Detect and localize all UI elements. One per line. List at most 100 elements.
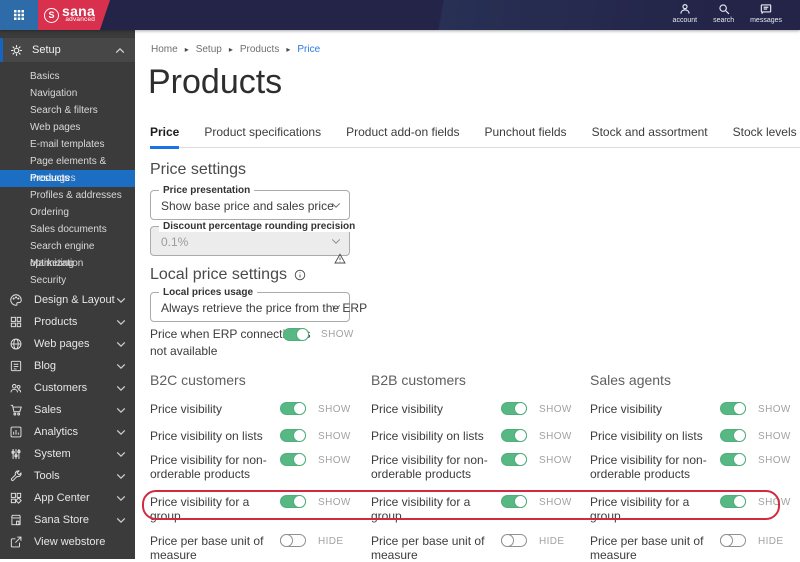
sidebar-item-search-filters[interactable]: Search & filters	[0, 102, 135, 119]
sidebar-item-email-templates[interactable]: E-mail templates	[0, 136, 135, 153]
warning-icon	[334, 253, 346, 264]
search-button[interactable]: search	[713, 2, 734, 24]
price-per-base-unit-toggle[interactable]	[720, 534, 746, 547]
sidebar-item-security[interactable]: Security	[0, 272, 135, 289]
sidebar-item-label: Tools	[34, 470, 60, 482]
sidebar-item-tools[interactable]: Tools	[0, 465, 135, 487]
sidebar-item-profiles-addresses[interactable]: Profiles & addresses	[0, 187, 135, 204]
setting-row: Price visibility on lists SHOW	[590, 429, 795, 443]
sidebar-item-web-pages[interactable]: Web pages	[0, 119, 135, 136]
sidebar-item-web-pages-main[interactable]: Web pages	[0, 333, 135, 355]
chevron-down-icon	[116, 451, 126, 458]
sidebar-item-sales[interactable]: Sales	[0, 399, 135, 421]
tab-product-specifications[interactable]: Product specifications	[204, 126, 321, 147]
column-b2b-customers: B2B customers Price visibility SHOW Pric…	[371, 372, 590, 562]
sana-logo[interactable]: S sana advanced	[38, 0, 110, 30]
price-visibility-group-toggle[interactable]	[280, 495, 306, 508]
price-visibility-lists-toggle[interactable]	[280, 429, 306, 442]
tab-price[interactable]: Price	[150, 126, 180, 149]
setting-label: Price visibility for non-orderable produ…	[371, 453, 488, 481]
sidebar-item-sales-documents[interactable]: Sales documents	[0, 221, 135, 238]
tab-stock-levels[interactable]: Stock levels	[733, 126, 797, 147]
setting-label: Price visibility	[371, 402, 444, 416]
sidebar-item-marketing[interactable]: Marketing	[0, 255, 135, 272]
price-visibility-nonorderable-toggle[interactable]	[720, 453, 746, 466]
breadcrumb-home[interactable]: Home	[151, 44, 178, 55]
chevron-down-icon	[116, 319, 126, 326]
price-visibility-lists-toggle[interactable]	[720, 429, 746, 442]
breadcrumb-setup[interactable]: Setup	[196, 44, 222, 55]
local-prices-usage-select[interactable]: Local prices usage Always retrieve the p…	[150, 287, 367, 322]
main-content: Home ▸ Setup ▸ Products ▸ Price Products…	[135, 30, 800, 562]
sidebar-item-label: App Center	[34, 492, 90, 504]
account-icon	[678, 2, 692, 16]
price-visibility-group-toggle[interactable]	[720, 495, 746, 508]
price-visibility-group-toggle[interactable]	[501, 495, 527, 508]
setting-row-highlighted: Price visibility for a group SHOW	[150, 495, 371, 523]
sidebar-item-customers[interactable]: Customers	[0, 377, 135, 399]
price-visibility-nonorderable-toggle[interactable]	[280, 453, 306, 466]
setting-row: Price visibility on lists SHOW	[371, 429, 590, 443]
store-icon	[9, 513, 24, 527]
sidebar-item-page-elements[interactable]: Page elements & messages	[0, 153, 135, 184]
sidebar-item-view-webstore[interactable]: View webstore	[0, 531, 135, 553]
tab-punchout-fields[interactable]: Punchout fields	[485, 126, 567, 147]
toggle-knob	[733, 453, 746, 466]
price-per-base-unit-toggle[interactable]	[501, 534, 527, 547]
sidebar-item-design-layout[interactable]: Design & Layout	[0, 289, 135, 311]
toggle-state: SHOW	[318, 404, 351, 415]
toggle-state: HIDE	[318, 536, 344, 547]
breadcrumb-products[interactable]: Products	[240, 44, 279, 55]
messages-button[interactable]: messages	[750, 2, 782, 24]
setting-label: Price per base unit of measure	[371, 534, 485, 562]
erp-fallback-toggle[interactable]	[283, 328, 309, 341]
sidebar-item-label: Setup	[32, 44, 61, 56]
sidebar-item-analytics[interactable]: Analytics	[0, 421, 135, 443]
analytics-icon	[9, 425, 24, 439]
sidebar-item-label: Sales	[34, 404, 62, 416]
price-presentation-label: Price presentation	[159, 185, 255, 196]
price-presentation-select[interactable]: Price presentation Show base price and s…	[150, 185, 350, 220]
sidebar-item-products-selected[interactable]: Products	[0, 170, 135, 187]
chevron-down-icon	[116, 385, 126, 392]
sidebar-item-setup[interactable]: Setup	[0, 38, 135, 62]
price-visibility-toggle[interactable]	[720, 402, 746, 415]
sidebar-item-navigation[interactable]: Navigation	[0, 85, 135, 102]
tab-product-addon-fields[interactable]: Product add-on fields	[346, 126, 459, 147]
erp-fallback-row: Price when ERP connection is not availab…	[150, 326, 380, 360]
sidebar-item-products[interactable]: Products	[0, 311, 135, 333]
breadcrumb-price[interactable]: Price	[297, 44, 320, 55]
chevron-down-icon	[116, 429, 126, 436]
sidebar-item-label: Products	[34, 316, 78, 328]
setting-label: Price visibility for a group	[150, 495, 250, 523]
toggle-knob	[293, 495, 306, 508]
info-icon[interactable]	[294, 269, 306, 281]
price-settings-heading: Price settings	[150, 161, 247, 178]
breadcrumb-separator-icon: ▸	[286, 45, 291, 54]
column-heading: B2C customers	[150, 372, 246, 388]
chevron-down-icon	[116, 363, 126, 370]
sidebar-item-app-center[interactable]: App Center	[0, 487, 135, 509]
price-visibility-lists-toggle[interactable]	[501, 429, 527, 442]
account-button[interactable]: account	[673, 2, 697, 24]
sidebar-item-basics[interactable]: Basics	[0, 68, 135, 85]
tab-stock-assortment[interactable]: Stock and assortment	[592, 126, 708, 147]
column-b2c-customers: B2C customers Price visibility SHOW Pric…	[150, 372, 371, 562]
sidebar-item-ordering[interactable]: Ordering	[0, 204, 135, 221]
column-sales-agents: Sales agents Price visibility SHOW Price…	[590, 372, 795, 562]
sidebar-item-seo[interactable]: Search engine optimization	[0, 238, 135, 269]
price-per-base-unit-toggle[interactable]	[280, 534, 306, 547]
page-title: Products	[148, 63, 283, 101]
products-grid-icon	[9, 315, 24, 329]
price-visibility-toggle[interactable]	[280, 402, 306, 415]
price-visibility-nonorderable-toggle[interactable]	[501, 453, 527, 466]
sidebar-item-system[interactable]: System	[0, 443, 135, 465]
apps-menu-button[interactable]	[0, 0, 38, 30]
sidebar-item-blog[interactable]: Blog	[0, 355, 135, 377]
setting-row: Price visibility SHOW	[371, 402, 590, 416]
toggle-state: SHOW	[318, 497, 351, 508]
price-visibility-toggle[interactable]	[501, 402, 527, 415]
sidebar-item-label: Blog	[34, 360, 57, 372]
setting-row: Price visibility for non-orderable produ…	[371, 453, 590, 481]
sidebar-item-sana-store[interactable]: Sana Store	[0, 509, 135, 531]
